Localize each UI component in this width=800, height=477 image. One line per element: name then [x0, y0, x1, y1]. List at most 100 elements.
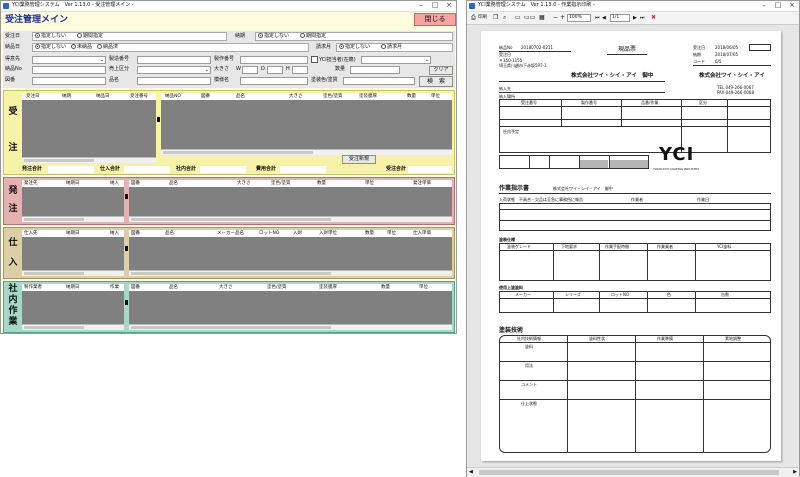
radio-order-period[interactable]: 期間指定 — [77, 33, 103, 40]
zoom-in-icon[interactable]: + — [560, 14, 565, 22]
shanai-right-scrollbar[interactable] — [129, 324, 452, 330]
preview-hscrollbar[interactable]: ◀ ▶ — [467, 467, 799, 477]
radio-label: 指定しない — [41, 33, 67, 39]
search-icon[interactable]: ⌕ — [503, 14, 506, 22]
radio-request-month[interactable]: 請求月 — [381, 44, 402, 51]
scroll-left-icon[interactable]: ◀ — [469, 468, 473, 477]
radio-due-unspecified[interactable]: 指定しない — [258, 33, 289, 40]
in-house-plan: 社内予定 — [503, 129, 519, 134]
product-name-input[interactable] — [137, 77, 211, 85]
shiire-left-scrollbar[interactable] — [22, 270, 124, 276]
shiire-right-grid[interactable] — [129, 237, 452, 270]
paint-color-input[interactable] — [343, 77, 415, 85]
radio-delivery-unspecified[interactable]: 指定しない — [35, 44, 66, 51]
scroll-thumb[interactable] — [24, 272, 84, 275]
depth-input[interactable] — [267, 66, 283, 74]
scroll-thumb[interactable] — [24, 159, 94, 162]
scroll-thumb[interactable] — [131, 272, 331, 275]
maximize-icon[interactable]: □ — [428, 1, 442, 10]
mfg-date-input[interactable] — [240, 56, 308, 64]
close-icon[interactable]: × — [785, 1, 799, 10]
hatchu-right-grid[interactable] — [129, 187, 452, 216]
radio-undelivered[interactable]: 未納品 — [71, 44, 92, 51]
sum-shanai-value — [200, 166, 246, 173]
order-left-scrollbar[interactable] — [22, 157, 156, 163]
maximize-icon[interactable]: □ — [771, 1, 785, 10]
radio-dot-icon — [77, 33, 82, 38]
yci-staff-checkbox[interactable]: YCI担当者(在籍) — [311, 56, 356, 64]
height-input[interactable] — [292, 66, 308, 74]
sales-category-select[interactable]: ⌄ — [137, 66, 211, 74]
splitter-handle[interactable] — [125, 194, 128, 199]
order-left-grid[interactable] — [22, 100, 156, 157]
prev-page-icon[interactable]: ◀ — [602, 14, 606, 22]
radio-delivered[interactable]: 納品済 — [97, 44, 118, 51]
minimize-icon[interactable]: – — [414, 1, 428, 10]
splitter-handle[interactable] — [157, 117, 160, 122]
radio-label: 請求月 — [387, 44, 403, 50]
zoom-select[interactable]: 100% — [567, 14, 591, 22]
paper-date-r-value: 2018/06/05 — [715, 45, 739, 50]
delivery-no-input[interactable] — [32, 66, 106, 74]
col-header: 製作業者 — [24, 285, 42, 290]
single-page-icon[interactable]: ▭ — [515, 14, 521, 22]
two-page-icon[interactable]: ▭▭ — [524, 14, 535, 22]
scroll-thumb[interactable] — [163, 151, 313, 154]
shanai-left-scrollbar[interactable] — [22, 324, 124, 330]
page-number-input[interactable]: 1/1 — [610, 14, 630, 22]
order-right-grid[interactable] — [161, 100, 452, 149]
width-input[interactable] — [242, 66, 258, 74]
new-order-button[interactable]: 受注新規 — [342, 155, 376, 164]
mfg-date-label: 製作番号 — [214, 56, 235, 62]
col-header: 作業 — [110, 285, 119, 290]
search-button[interactable]: 検 索 — [419, 76, 453, 87]
customer-select[interactable]: ⌄ — [32, 56, 106, 64]
scroll-thumb[interactable] — [24, 218, 84, 221]
next-page-icon[interactable]: ▶ — [633, 14, 637, 22]
hatchu-right-scrollbar[interactable] — [129, 216, 452, 222]
print-label[interactable]: 印刷 — [478, 14, 487, 22]
close-button[interactable]: 閉じる — [414, 13, 456, 26]
quantity-input[interactable] — [350, 66, 400, 74]
hatchu-left-grid[interactable] — [22, 187, 124, 216]
mfg-no-input[interactable] — [137, 56, 211, 64]
drawing-input[interactable] — [32, 77, 106, 85]
yci-staff-select[interactable]: ⌄ — [361, 56, 431, 64]
shanai-right-grid[interactable] — [129, 291, 452, 324]
delivery-date-label: 納品日 — [5, 44, 21, 50]
close-icon[interactable]: × — [442, 1, 456, 10]
order-right-scrollbar[interactable] — [161, 149, 452, 155]
minimize-icon[interactable]: – — [757, 1, 771, 10]
scroll-thumb[interactable] — [24, 326, 84, 329]
col-header: 塗色/塗質 — [323, 94, 343, 99]
scroll-thumb[interactable] — [131, 326, 331, 329]
scroll-right-icon[interactable]: ▶ — [793, 468, 797, 477]
splitter-handle[interactable] — [125, 246, 128, 251]
multi-page-icon[interactable]: ▦ — [539, 14, 545, 22]
radio-order-unspecified[interactable]: 指定しない — [35, 33, 66, 40]
last-page-icon[interactable]: ⏭ — [640, 14, 645, 22]
zoom-out-icon[interactable]: − — [553, 14, 558, 22]
splitter-handle[interactable] — [125, 300, 128, 305]
col-header: 単位 — [431, 94, 440, 99]
first-page-icon[interactable]: ⏮ — [595, 14, 600, 22]
scroll-thumb[interactable] — [479, 470, 779, 475]
print-icon[interactable]: ⎙ — [471, 14, 476, 22]
shiire-right-scrollbar[interactable] — [129, 270, 452, 276]
rule — [647, 243, 648, 281]
radio-request-unspecified[interactable]: 指定しない — [339, 44, 370, 51]
hatchu-left-scrollbar[interactable] — [22, 216, 124, 222]
rule — [647, 291, 648, 313]
col-header: 入財 — [293, 231, 302, 236]
col-header: 発注先 — [24, 181, 38, 186]
radio-due-period[interactable]: 期間指定 — [300, 33, 326, 40]
rule — [499, 81, 665, 82]
model-name-input[interactable] — [240, 77, 308, 85]
shiire-left-grid[interactable] — [22, 237, 124, 270]
scroll-thumb[interactable] — [131, 218, 331, 221]
shiire-title-1: 仕 — [8, 238, 18, 248]
clear-button[interactable]: クリア — [429, 66, 453, 75]
copy-icon[interactable]: ❐ — [493, 14, 498, 22]
exit-preview-icon[interactable]: ✖ — [651, 14, 656, 22]
shanai-left-grid[interactable] — [22, 291, 124, 324]
